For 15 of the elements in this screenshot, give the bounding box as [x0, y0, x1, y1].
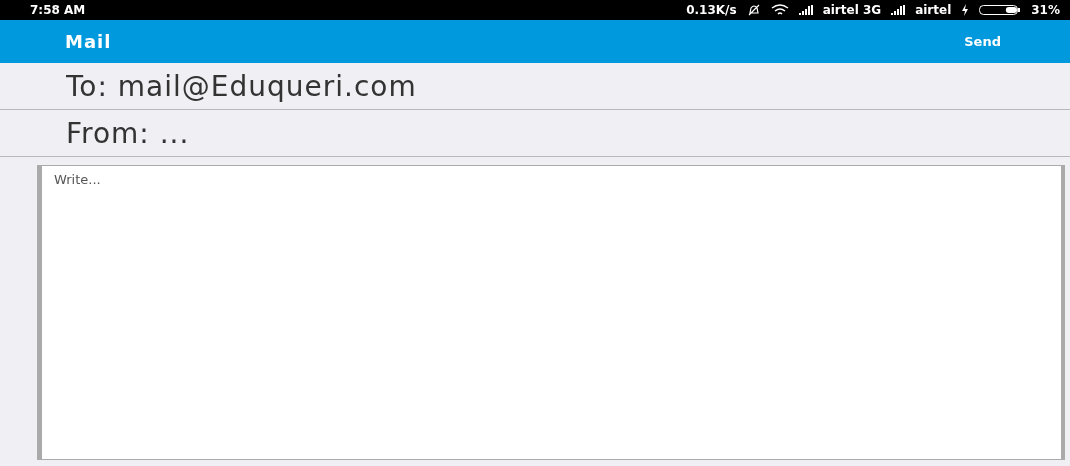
- lightning-icon: [961, 4, 970, 16]
- battery-percent: 31%: [1031, 3, 1060, 17]
- app-title: Mail: [65, 31, 112, 52]
- from-field[interactable]: From: ...: [66, 116, 966, 150]
- carrier-name: airtel: [915, 3, 952, 17]
- to-field[interactable]: To: mail@Eduqueri.com: [66, 69, 966, 103]
- status-time: 7:58 AM: [30, 3, 86, 17]
- muted-bell-icon: [746, 4, 761, 16]
- network-speed: 0.13K/s: [686, 3, 737, 17]
- message-body-field[interactable]: Write...: [37, 165, 1065, 460]
- signal-icon: [798, 5, 813, 15]
- signal-icon: [891, 5, 906, 15]
- wifi-icon: [770, 4, 789, 16]
- carrier-name: airtel 3G: [822, 3, 882, 17]
- battery-icon: [979, 4, 1022, 16]
